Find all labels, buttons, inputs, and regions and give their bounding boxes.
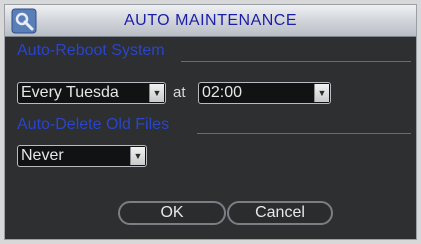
reboot-time-select[interactable]: 02:00 ▼ (198, 82, 331, 104)
chevron-down-icon: ▼ (314, 84, 329, 102)
delete-old-files-value: Never (21, 147, 64, 164)
reboot-day-value: Every Tuesda (21, 84, 119, 101)
at-label: at (173, 84, 186, 101)
ok-button[interactable]: OK (118, 201, 226, 225)
auto-reboot-section-label: Auto-Reboot System (17, 42, 165, 59)
reboot-time-value: 02:00 (202, 84, 243, 101)
reboot-day-select[interactable]: Every Tuesda ▼ (17, 82, 166, 104)
auto-reboot-divider (181, 61, 411, 62)
auto-maintenance-dialog: AUTO MAINTENANCE Auto-Reboot System Ever… (4, 4, 417, 240)
auto-delete-divider (197, 133, 411, 134)
auto-delete-section-label: Auto-Delete Old Files (17, 116, 170, 133)
chevron-down-icon: ▼ (149, 84, 164, 102)
dialog-title: AUTO MAINTENANCE (123, 12, 298, 29)
chevron-down-icon: ▼ (130, 147, 145, 165)
cancel-button[interactable]: Cancel (227, 201, 333, 225)
delete-old-files-select[interactable]: Never ▼ (17, 145, 147, 167)
title-bar: AUTO MAINTENANCE (5, 5, 416, 37)
